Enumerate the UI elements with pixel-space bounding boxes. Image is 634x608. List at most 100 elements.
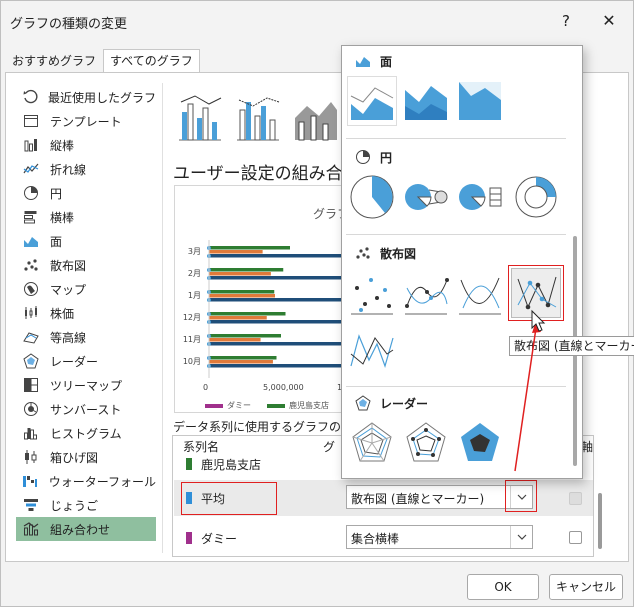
combo-chart-icon — [22, 520, 40, 538]
sidebar-item-label: 等高線 — [50, 330, 87, 345]
doughnut-option[interactable] — [511, 172, 561, 222]
tab-all-charts[interactable]: すべてのグラフ — [103, 49, 200, 73]
sidebar-item-column[interactable]: 縦棒 — [16, 133, 156, 157]
bar-orange — [209, 294, 275, 298]
sidebar-item-line[interactable]: 折れ線 — [16, 157, 156, 181]
bar-green — [209, 290, 275, 294]
preview-chart-svg: グラフ 3月2月1月12月11月10月05,000,00010,0 ダミー鹿児島… — [183, 207, 359, 410]
sidebar-item-label: ツリーマップ — [50, 378, 123, 393]
bar-navy — [209, 342, 359, 346]
scatter-straight-option[interactable] — [347, 324, 397, 374]
histogram-icon — [22, 424, 40, 442]
sidebar-item-label: 横棒 — [50, 210, 75, 225]
sidebar-item-radar[interactable]: レーダー — [16, 349, 156, 373]
sidebar-item-label: サンバースト — [50, 402, 122, 417]
header-series-name: 系列名 — [183, 440, 220, 454]
bar-navy — [209, 276, 359, 280]
combo-subtype-area-column[interactable] — [290, 91, 340, 143]
sidebar-item-surface[interactable]: 等高線 — [16, 325, 156, 349]
series-name: ダミー — [201, 532, 238, 546]
bar-of-pie-option[interactable] — [455, 172, 505, 222]
bar-navy — [209, 364, 359, 368]
secondary-axis-checkbox[interactable] — [569, 531, 582, 544]
chart-preview: グラフ 3月2月1月12月11月10月05,000,00010,0 ダミー鹿児島… — [174, 185, 364, 413]
chart-type-select[interactable]: 集合横棒 — [346, 525, 533, 549]
x-tick-label: 0 — [203, 383, 208, 392]
area-chart-option[interactable] — [347, 76, 397, 126]
sidebar-item-histogram[interactable]: ヒストグラム — [16, 421, 156, 445]
y-tick-label: 1月 — [188, 291, 201, 300]
highlight-box-dropdown — [505, 480, 537, 512]
sidebar-item-map[interactable]: マップ — [16, 277, 156, 301]
sidebar-item-bar[interactable]: 横棒 — [16, 205, 156, 229]
sidebar-item-label: 縦棒 — [50, 138, 75, 153]
popup-section-label: 散布図 — [380, 246, 417, 261]
percent-area-option[interactable] — [455, 76, 505, 126]
recent-icon — [22, 88, 38, 106]
pie-chart-icon — [22, 184, 40, 202]
sidebar-item-stock[interactable]: 株価 — [16, 301, 156, 325]
bar-navy — [209, 254, 359, 258]
chevron-down-icon[interactable] — [510, 526, 532, 548]
bar-orange — [209, 250, 263, 254]
change-chart-type-dialog: グラフの種類の変更 ? ✕ おすすめグラフ すべてのグラフ 最近使用したグラフ … — [0, 0, 634, 607]
sidebar-item-waterfall[interactable]: ウォーターフォール — [16, 469, 156, 493]
table-scrollbar[interactable] — [598, 493, 602, 549]
sidebar-item-combo[interactable]: 組み合わせ — [16, 517, 156, 541]
combo-subtype-column-line-secondary[interactable] — [232, 91, 282, 143]
header-chart-type: グ — [323, 440, 336, 454]
scatter-smooth-markers-option[interactable] — [401, 268, 451, 318]
tooltip: 散布図 (直線とマーカー) — [509, 336, 634, 356]
stock-chart-icon — [22, 304, 40, 322]
sidebar-item-area[interactable]: 面 — [16, 229, 156, 253]
legend-swatch-dummy — [205, 404, 223, 408]
close-button[interactable]: ✕ — [597, 9, 621, 33]
boxplot-icon — [22, 448, 40, 466]
map-chart-icon — [22, 280, 40, 298]
tab-recommended[interactable]: おすすめグラフ — [5, 49, 103, 73]
secondary-axis-checkbox[interactable] — [569, 492, 582, 505]
scatter-option[interactable] — [347, 268, 397, 318]
bar-orange — [209, 272, 271, 276]
sidebar-item-label: テンプレート — [50, 114, 122, 129]
sidebar-item-pie[interactable]: 円 — [16, 181, 156, 205]
radar-markers-option[interactable] — [401, 418, 451, 468]
bar-green — [209, 312, 286, 316]
popup-section-label: レーダー — [380, 396, 429, 411]
sidebar-item-recent[interactable]: 最近使用したグラフ — [16, 85, 156, 109]
bar-green — [209, 268, 284, 272]
combo-subtype-row — [174, 91, 340, 143]
y-tick-label: 12月 — [183, 313, 201, 322]
combo-subtype-column-line[interactable] — [174, 91, 224, 143]
stacked-area-option[interactable] — [401, 76, 451, 126]
ok-button[interactable]: OK — [467, 574, 539, 600]
y-tick-label: 2月 — [188, 269, 201, 278]
title-bar: グラフの種類の変更 ? ✕ — [1, 1, 633, 41]
sidebar-item-scatter[interactable]: 散布図 — [16, 253, 156, 277]
scatter-smooth-option[interactable] — [455, 268, 505, 318]
pie-chart-option[interactable] — [347, 172, 397, 222]
filled-radar-option[interactable] — [455, 418, 505, 468]
radar-chart-icon — [354, 394, 372, 412]
help-button[interactable]: ? — [554, 9, 578, 33]
sidebar-item-label: 最近使用したグラフ — [48, 90, 157, 105]
sidebar-item-template[interactable]: テンプレート — [16, 109, 156, 133]
bar-green — [209, 334, 281, 338]
cancel-button[interactable]: キャンセル — [549, 574, 623, 600]
sidebar-item-label: ヒストグラム — [50, 426, 122, 441]
chart-category-list: 最近使用したグラフ テンプレート 縦棒 折れ線 円 横棒 面 散布図 マップ 株… — [16, 85, 156, 541]
bar-chart-icon — [22, 208, 40, 226]
sidebar-item-funnel[interactable]: じょうご — [16, 493, 156, 517]
series-color-swatch — [186, 458, 192, 470]
sidebar-item-boxplot[interactable]: 箱ひげ図 — [16, 445, 156, 469]
sidebar-item-sunburst[interactable]: サンバースト — [16, 397, 156, 421]
pie-of-pie-option[interactable] — [401, 172, 451, 222]
waterfall-icon — [22, 472, 39, 490]
sidebar-item-label: 円 — [50, 186, 63, 201]
bar-orange — [209, 316, 267, 320]
template-icon — [22, 112, 40, 130]
popup-section-pie: 円 — [342, 146, 570, 168]
radar-option[interactable] — [347, 418, 397, 468]
legend-label-dummy: ダミー — [227, 400, 251, 410]
sidebar-item-treemap[interactable]: ツリーマップ — [16, 373, 156, 397]
